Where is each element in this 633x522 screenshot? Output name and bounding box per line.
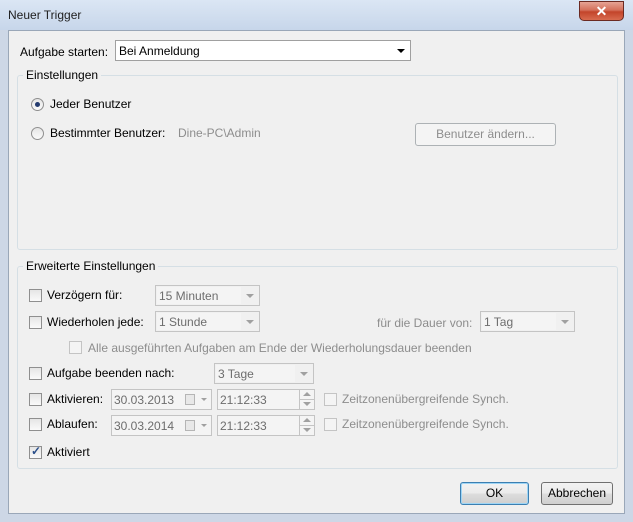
enabled-checkbox[interactable]: ✓ [29,444,42,459]
spin-up-icon[interactable] [303,392,311,396]
activate-date-picker[interactable]: 30.03.2013 [111,389,212,410]
close-button[interactable]: ✕ [579,1,624,21]
repeat-checkbox[interactable] [29,316,42,329]
specific-user-radio[interactable] [31,127,44,140]
checkmark-icon: ✓ [31,444,42,458]
chevron-down-icon [246,294,254,298]
all-users-label[interactable]: Jeder Benutzer [50,97,131,111]
start-label: Aufgabe starten: [20,45,109,59]
expire-sync-checkbox[interactable] [324,418,337,431]
title-bar: Neuer Trigger ✕ [0,0,633,30]
activate-label[interactable]: Aktivieren: [47,392,103,406]
start-combo[interactable]: Bei Anmeldung [115,40,411,61]
expire-time-field[interactable]: 21:12:33 [217,415,315,436]
chevron-down-icon [397,49,405,53]
settings-group-title: Einstellungen [23,68,102,82]
activate-date-value: 30.03.2013 [114,393,175,407]
activate-sync-label[interactable]: Zeitzonenübergreifende Synch. [342,392,509,406]
stop-all-checkbox[interactable] [69,341,82,354]
delay-combo[interactable]: 15 Minuten [155,285,260,306]
delay-combo-value: 15 Minuten [159,289,219,303]
chevron-down-icon [246,320,254,324]
delay-label[interactable]: Verzögern für: [47,288,122,302]
activate-time-value: 21:12:33 [220,393,267,407]
stop-after-checkbox[interactable] [29,367,42,380]
window-title: Neuer Trigger [8,8,82,22]
duration-combo[interactable]: 1 Tag [480,311,575,332]
expire-date-value: 30.03.2014 [114,419,175,433]
spin-down-icon[interactable] [303,428,311,432]
cancel-button[interactable]: Abbrechen [541,482,613,505]
specific-user-label[interactable]: Bestimmter Benutzer: [50,126,165,140]
advanced-group-title: Erweiterte Einstellungen [23,259,159,273]
repeat-combo-value: 1 Stunde [159,315,208,329]
delay-checkbox[interactable] [29,289,42,302]
duration-label: für die Dauer von: [377,316,473,330]
stop-after-combo-value: 3 Tage [218,367,254,381]
spin-up-icon[interactable] [303,418,311,422]
expire-date-picker[interactable]: 30.03.2014 [111,415,212,436]
expire-checkbox[interactable] [29,418,42,431]
chevron-down-icon [561,320,569,324]
change-user-button[interactable]: Benutzer ändern... [415,123,556,146]
user-name: Dine-PC\Admin [178,126,261,140]
all-users-radio[interactable] [31,98,44,111]
expire-time-spinner[interactable] [299,416,314,435]
radio-dot-icon [35,102,40,107]
chevron-down-icon[interactable] [201,424,207,427]
activate-checkbox[interactable] [29,393,42,406]
stop-all-label[interactable]: Alle ausgeführten Aufgaben am Ende der W… [88,341,472,355]
repeat-combo[interactable]: 1 Stunde [155,311,260,332]
activate-sync-checkbox[interactable] [324,393,337,406]
expire-sync-label[interactable]: Zeitzonenübergreifende Synch. [342,417,509,431]
ok-button[interactable]: OK [460,482,529,505]
spin-down-icon[interactable] [303,402,311,406]
dialog-client: Aufgabe starten: Bei Anmeldung Einstellu… [8,30,625,514]
chevron-down-icon[interactable] [201,398,207,401]
activate-time-field[interactable]: 21:12:33 [217,389,315,410]
repeat-label[interactable]: Wiederholen jede: [47,315,144,329]
expire-time-value: 21:12:33 [220,419,267,433]
activate-time-spinner[interactable] [299,390,314,409]
close-icon: ✕ [595,3,608,19]
start-combo-value: Bei Anmeldung [119,44,200,58]
calendar-icon[interactable] [185,420,195,431]
chevron-down-icon [300,372,308,376]
stop-after-label[interactable]: Aufgabe beenden nach: [47,366,174,380]
stop-after-combo[interactable]: 3 Tage [214,363,314,384]
expire-label[interactable]: Ablaufen: [47,417,98,431]
enabled-label[interactable]: Aktiviert [47,445,90,459]
calendar-icon[interactable] [185,394,195,405]
duration-combo-value: 1 Tag [484,315,514,329]
